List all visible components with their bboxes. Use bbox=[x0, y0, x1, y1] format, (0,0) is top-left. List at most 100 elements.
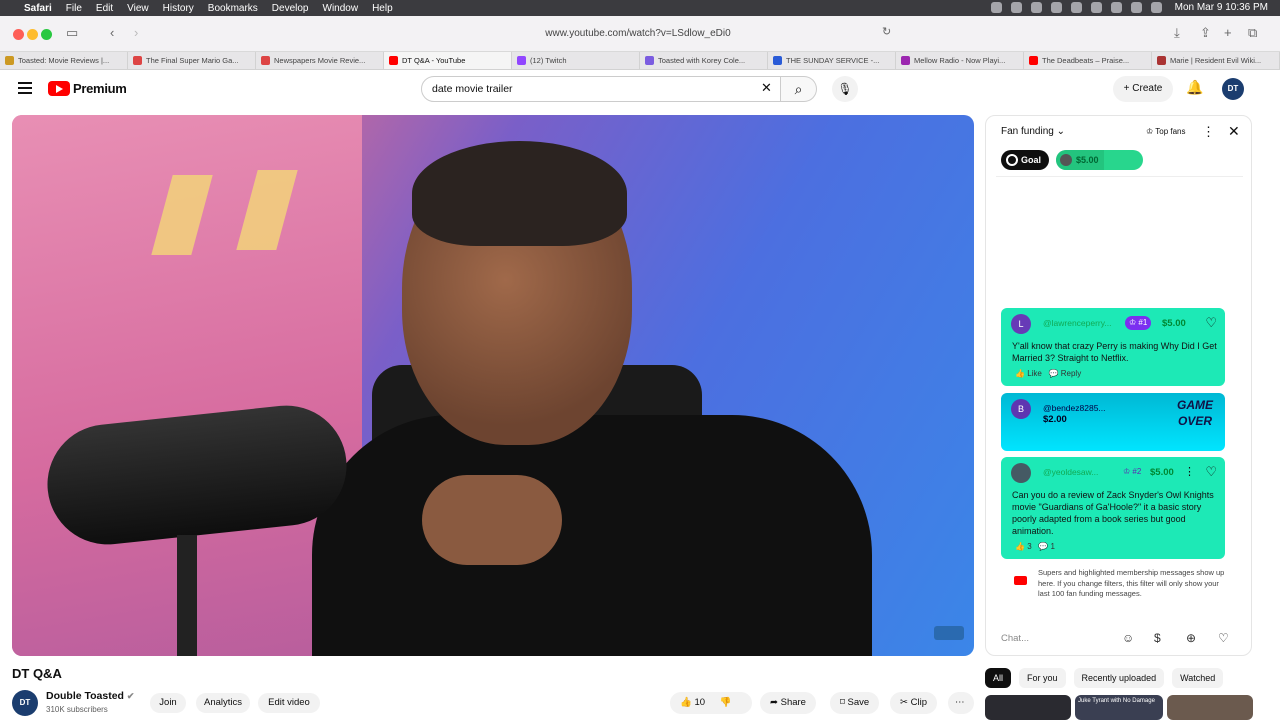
more-options-icon[interactable]: ⋮ bbox=[1184, 465, 1195, 478]
crown-icon: ♔ bbox=[1146, 127, 1154, 136]
channel-name[interactable]: Double Toasted ✔ bbox=[46, 690, 134, 702]
username[interactable]: @yeoldesaw... bbox=[1043, 467, 1113, 477]
favicon-icon bbox=[133, 56, 142, 65]
edit-video-button[interactable]: Edit video bbox=[258, 693, 320, 713]
status-icon[interactable] bbox=[1091, 2, 1102, 13]
tab-item-active[interactable]: DT Q&A - YouTube bbox=[384, 52, 512, 69]
address-bar[interactable]: www.youtube.com/watch?v=LSdlow_eDi0 bbox=[380, 24, 896, 44]
share-icon[interactable]: ⇪ bbox=[1200, 25, 1211, 41]
tab-item[interactable]: The Deadbeats – Praise... bbox=[1024, 52, 1152, 69]
close-panel-icon[interactable]: ✕ bbox=[1228, 123, 1240, 140]
user-avatar[interactable] bbox=[1011, 463, 1031, 483]
tab-item[interactable]: Toasted with Korey Cole... bbox=[640, 52, 768, 69]
menu-develop[interactable]: Develop bbox=[272, 3, 309, 14]
tab-overview-icon[interactable]: ⧉ bbox=[1248, 25, 1257, 41]
menu-app-name[interactable]: Safari bbox=[24, 3, 52, 14]
filter-for-you[interactable]: For you bbox=[1019, 668, 1066, 688]
voice-search-icon[interactable]: 🎙 bbox=[832, 76, 858, 102]
status-icon[interactable] bbox=[991, 2, 1002, 13]
super-sticker-card[interactable]: B @bendez8285... $2.00 GAME OVER bbox=[1001, 393, 1225, 451]
close-window-icon[interactable] bbox=[13, 29, 24, 40]
status-icon[interactable] bbox=[1071, 2, 1082, 13]
forward-icon[interactable]: › bbox=[134, 25, 138, 40]
filter-all[interactable]: All bbox=[985, 668, 1012, 688]
zoom-window-icon[interactable] bbox=[41, 29, 52, 40]
status-icon[interactable] bbox=[1011, 2, 1022, 13]
video-thumbnail[interactable] bbox=[1167, 695, 1253, 720]
join-button[interactable]: Join bbox=[150, 693, 186, 713]
menu-edit[interactable]: Edit bbox=[96, 3, 113, 14]
tab-item[interactable]: (12) Twitch bbox=[512, 52, 640, 69]
menu-history[interactable]: History bbox=[163, 3, 194, 14]
tab-item[interactable]: Mellow Radio - Now Playi... bbox=[896, 52, 1024, 69]
channel-avatar[interactable]: DT bbox=[12, 690, 38, 716]
tab-item[interactable]: THE SUNDAY SERVICE -... bbox=[768, 52, 896, 69]
emoji-icon[interactable]: ☺ bbox=[1122, 631, 1134, 645]
channel-watermark[interactable] bbox=[934, 626, 964, 640]
reply-button[interactable]: 💬 Reply bbox=[1049, 369, 1082, 378]
heart-icon[interactable]: ♡ bbox=[1205, 315, 1217, 331]
share-button[interactable]: ➦ Share bbox=[760, 692, 816, 714]
menu-view[interactable]: View bbox=[127, 3, 149, 14]
status-icon[interactable] bbox=[1051, 2, 1062, 13]
video-player[interactable] bbox=[12, 115, 974, 656]
sidebar-icon[interactable]: ▭ bbox=[66, 25, 78, 41]
filter-recently-uploaded[interactable]: Recently uploaded bbox=[1073, 668, 1165, 688]
wifi-icon[interactable] bbox=[1131, 2, 1142, 13]
youtube-logo[interactable]: Premium bbox=[48, 81, 127, 96]
like-button[interactable]: 👍 Like bbox=[1015, 369, 1042, 378]
video-thumbnail[interactable] bbox=[985, 695, 1071, 720]
add-icon[interactable]: ⊕ bbox=[1186, 631, 1196, 645]
save-button[interactable]: ⌑ Save bbox=[830, 692, 880, 714]
heart-icon[interactable]: ♡ bbox=[1218, 631, 1229, 645]
menu-bookmarks[interactable]: Bookmarks bbox=[208, 3, 258, 14]
tab-item[interactable]: Toasted: Movie Reviews |... bbox=[0, 52, 128, 69]
menu-clock[interactable]: Mon Mar 9 10:36 PM bbox=[1175, 2, 1268, 13]
more-options-icon[interactable]: ⋮ bbox=[1202, 124, 1215, 140]
like-count[interactable]: 10 bbox=[694, 697, 705, 708]
filter-watched[interactable]: Watched bbox=[1172, 668, 1224, 688]
heart-icon[interactable]: ♡ bbox=[1205, 464, 1217, 480]
clear-search-icon[interactable]: ✕ bbox=[761, 80, 772, 96]
menu-icon[interactable] bbox=[18, 82, 32, 97]
analytics-button[interactable]: Analytics bbox=[196, 693, 250, 713]
dislike-icon[interactable]: 👎 bbox=[720, 697, 732, 708]
user-avatar[interactable]: L bbox=[1011, 314, 1031, 334]
create-button[interactable]: + Create bbox=[1113, 76, 1173, 102]
battery-icon[interactable] bbox=[1151, 2, 1162, 13]
reply-button[interactable]: 💬 1 bbox=[1038, 542, 1055, 551]
minimize-window-icon[interactable] bbox=[27, 29, 38, 40]
tab-item[interactable]: Marie | Resident Evil Wiki... bbox=[1152, 52, 1280, 69]
clip-button[interactable]: ✂ Clip bbox=[890, 692, 937, 714]
menu-help[interactable]: Help bbox=[372, 3, 393, 14]
goal-button[interactable]: Goal bbox=[1001, 150, 1049, 170]
search-input[interactable]: date movie trailer bbox=[421, 76, 781, 102]
top-fans-button[interactable]: ♔ Top fans bbox=[1146, 127, 1186, 136]
status-icon[interactable] bbox=[1111, 2, 1122, 13]
goal-progress-bar[interactable]: $5.00 bbox=[1056, 150, 1143, 170]
notifications-bell-icon[interactable]: 🔔 bbox=[1186, 79, 1203, 96]
reload-icon[interactable]: ↻ bbox=[882, 25, 891, 38]
super-chat-icon[interactable]: $ bbox=[1154, 631, 1161, 645]
tab-item[interactable]: Newspapers Movie Revie... bbox=[256, 52, 384, 69]
download-icon[interactable]: ⤓ bbox=[1174, 25, 1180, 41]
back-icon[interactable]: ‹ bbox=[110, 25, 114, 40]
like-button[interactable]: 👍 3 bbox=[1015, 542, 1032, 551]
menu-window[interactable]: Window bbox=[323, 3, 359, 14]
video-thumbnail[interactable]: Juke Tyrant with No Damage bbox=[1075, 695, 1163, 720]
search-icon: ⌕ bbox=[794, 81, 803, 97]
like-icon[interactable]: 👍 bbox=[680, 697, 692, 708]
super-chat-card[interactable]: L @lawrenceperry... ♔ #1 $5.00 ♡ Y'all k… bbox=[1001, 308, 1225, 386]
new-tab-icon[interactable]: + bbox=[1224, 25, 1232, 40]
search-button[interactable]: ⌕ bbox=[781, 76, 817, 102]
username[interactable]: @lawrenceperry... bbox=[1043, 318, 1113, 328]
status-icon[interactable] bbox=[1031, 2, 1042, 13]
super-chat-card[interactable]: @yeoldesaw... ♔ #2 $5.00 ⋮ ♡ Can you do … bbox=[1001, 457, 1225, 559]
menu-file[interactable]: File bbox=[66, 3, 82, 14]
account-avatar[interactable]: DT bbox=[1222, 78, 1244, 100]
more-actions-icon[interactable]: ⋯ bbox=[948, 692, 974, 714]
fan-funding-dropdown[interactable]: Fan funding ⌄ bbox=[1001, 126, 1065, 137]
tab-item[interactable]: The Final Super Mario Ga... bbox=[128, 52, 256, 69]
username[interactable]: @bendez8285... bbox=[1043, 403, 1113, 413]
user-avatar[interactable]: B bbox=[1011, 399, 1031, 419]
